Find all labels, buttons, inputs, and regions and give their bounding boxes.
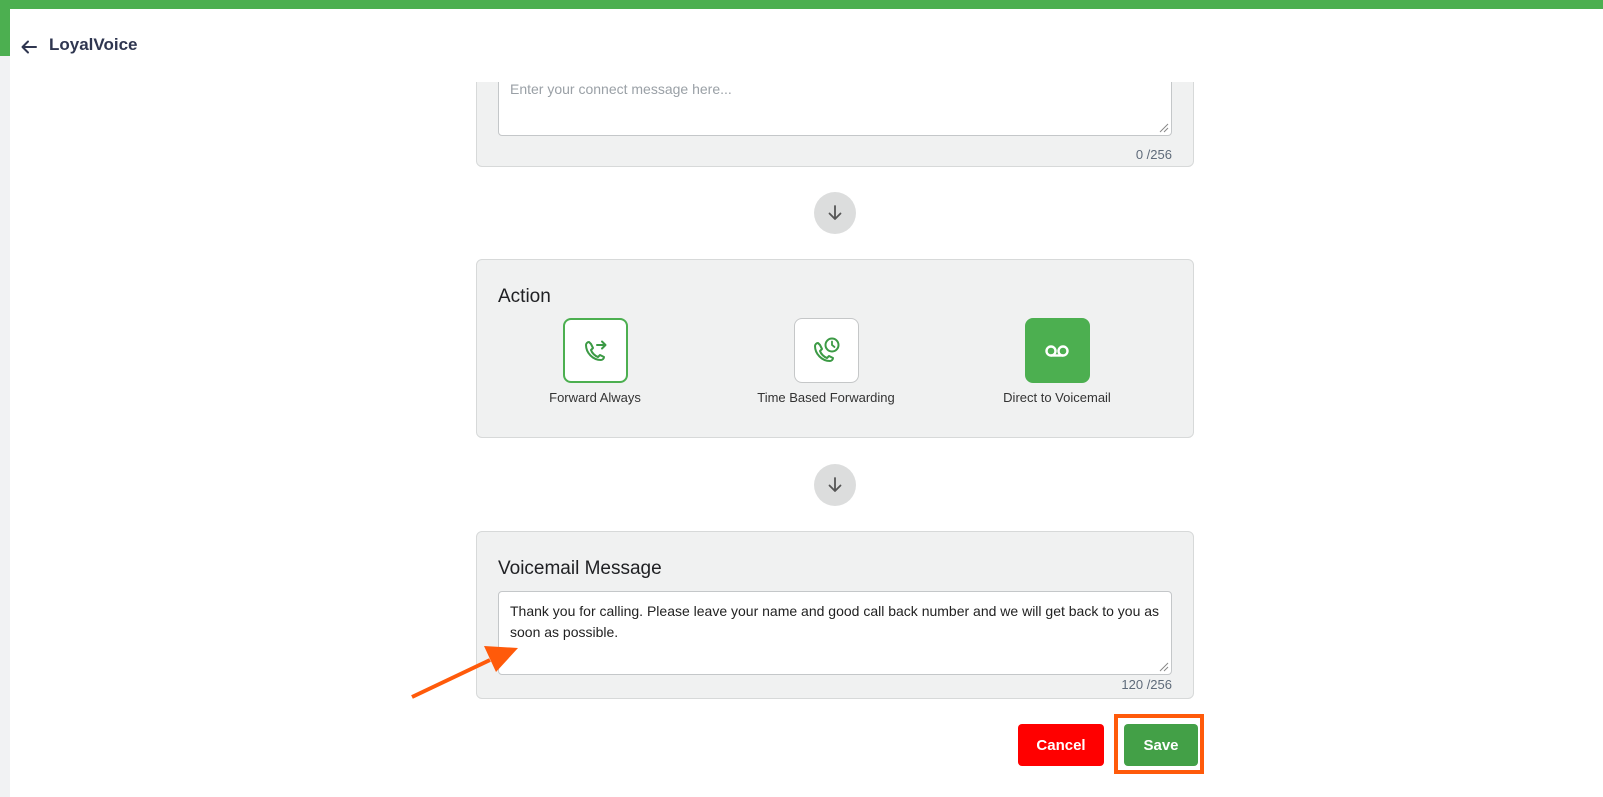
resize-handle-icon[interactable] [1159,662,1169,672]
phone-clock-icon [814,337,840,362]
top-accent-bar [0,0,1603,9]
time-based-box[interactable] [793,318,859,383]
action-option-time-based[interactable]: Time Based Forwarding [716,318,936,405]
connect-message-placeholder: Enter your connect message here... [510,81,732,97]
app-title: LoyalVoice [49,35,138,54]
time-based-label: Time Based Forwarding [757,390,895,405]
left-rail [0,56,10,797]
flow-arrow-down-icon [814,192,856,234]
back-arrow-icon[interactable] [18,36,40,58]
voicemail-char-counter: 120 /256 [1121,677,1172,692]
voicemail-title: Voicemail Message [498,558,662,579]
voicemail-message-text: Thank you for calling. Please leave your… [510,603,1160,640]
phone-forward-icon [585,340,607,361]
cancel-button[interactable]: Cancel [1018,724,1104,766]
forward-always-box[interactable] [562,318,628,383]
direct-voicemail-box[interactable] [1024,318,1090,383]
action-title: Action [498,286,551,307]
connect-char-counter: 0 /256 [1135,147,1172,162]
voicemail-icon [1045,344,1069,357]
left-accent-strip [0,9,10,56]
action-option-forward-always[interactable]: Forward Always [485,318,705,405]
connect-message-card: Enter your connect message here... 0 /25… [476,40,1194,167]
voicemail-message-card: Voicemail Message Thank you for calling.… [476,531,1194,699]
direct-voicemail-label: Direct to Voicemail [1003,390,1111,405]
forward-always-label: Forward Always [549,390,641,405]
connect-message-input[interactable]: Enter your connect message here... [498,69,1172,136]
flow-arrow-down-icon [814,464,856,506]
save-annotation-box [1114,714,1204,774]
resize-handle-icon[interactable] [1159,123,1169,133]
annotation-arrow-icon [411,646,518,699]
voicemail-message-input[interactable]: Thank you for calling. Please leave your… [498,591,1172,675]
action-card: Action Forward Always Time Based Forward… [476,259,1194,438]
action-option-direct-voicemail[interactable]: Direct to Voicemail [947,318,1167,405]
